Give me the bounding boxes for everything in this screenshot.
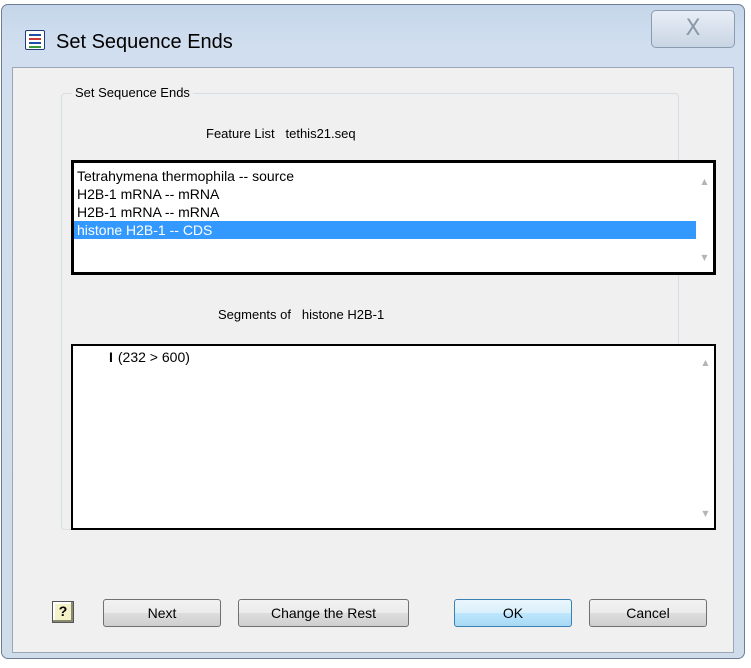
close-icon: X <box>685 16 701 41</box>
window-title: Set Sequence Ends <box>56 31 233 53</box>
close-button[interactable]: X <box>651 10 735 48</box>
feature-list-item[interactable]: H2B-1 mRNA -- mRNA <box>74 203 713 221</box>
feature-list[interactable]: Tetrahymena thermophila -- source H2B-1 … <box>71 160 716 275</box>
segments-caption: Segments of histone H2B-1 <box>218 307 385 322</box>
segments-list[interactable]: I (232 > 600) ▲ ▼ <box>71 344 716 530</box>
feature-list-item[interactable]: Tetrahymena thermophila -- source <box>74 167 713 185</box>
help-button[interactable]: ? <box>52 601 74 623</box>
cancel-button[interactable]: Cancel <box>589 599 707 627</box>
change-the-rest-button[interactable]: Change the Rest <box>238 599 409 627</box>
next-button[interactable]: Next <box>103 599 221 627</box>
segments-of-feature: histone H2B-1 <box>301 307 385 322</box>
segment-item[interactable]: I (232 > 600) <box>73 348 714 366</box>
scroll-down-arrow-icon[interactable]: ▼ <box>696 253 713 262</box>
ok-button[interactable]: OK <box>454 599 572 627</box>
segments-list-scrollbar[interactable]: ▲ ▼ <box>697 346 714 528</box>
title-bar[interactable]: Set Sequence Ends X <box>2 5 744 67</box>
feature-list-caption: Feature List tethis21.seq <box>206 126 356 141</box>
segment-range: (232 > 600) <box>117 349 190 365</box>
scroll-up-arrow-icon[interactable]: ▲ <box>696 177 713 186</box>
scroll-down-arrow-icon[interactable]: ▼ <box>697 509 714 518</box>
help-icon: ? <box>58 603 68 619</box>
segment-marker: I <box>109 349 113 365</box>
dialog-window: Set Sequence Ends X Set Sequence Ends Fe… <box>1 4 745 659</box>
document-list-icon <box>25 30 45 50</box>
scroll-up-arrow-icon[interactable]: ▲ <box>697 358 714 367</box>
feature-list-item-selected[interactable]: histone H2B-1 -- CDS <box>74 221 696 239</box>
feature-list-scrollbar[interactable]: ▲ ▼ <box>696 163 713 272</box>
dialog-client-area: Set Sequence Ends Feature List tethis21.… <box>12 67 734 653</box>
feature-list-file: tethis21.seq <box>285 126 356 141</box>
group-legend: Set Sequence Ends <box>72 85 193 100</box>
set-sequence-ends-group: Set Sequence Ends Feature List tethis21.… <box>61 85 716 530</box>
feature-list-item[interactable]: H2B-1 mRNA -- mRNA <box>74 185 713 203</box>
